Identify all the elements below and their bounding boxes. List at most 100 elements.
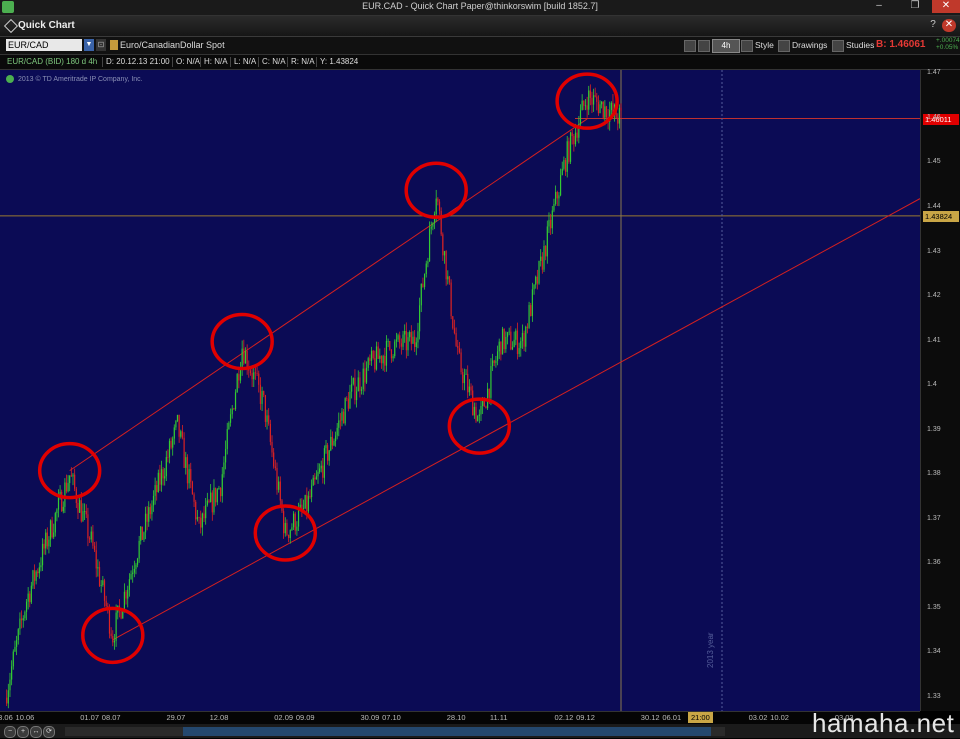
candle-body (278, 481, 280, 490)
candle-body (435, 198, 437, 214)
candle-body (349, 391, 351, 409)
candle-body (170, 440, 172, 448)
style-label: Style (755, 40, 774, 50)
zoom-in-icon[interactable]: + (17, 726, 29, 738)
candle-body (338, 420, 340, 428)
close-button[interactable]: ✕ (932, 0, 960, 13)
scrollbar-thumb[interactable] (183, 727, 711, 736)
candle-body (462, 371, 464, 384)
candle-body (314, 477, 316, 480)
candle-body (69, 475, 71, 484)
price-chart[interactable] (0, 70, 920, 711)
chart-area[interactable] (0, 70, 920, 711)
price-tick-label: 1.44 (927, 202, 941, 210)
candle-body (229, 414, 232, 423)
zoom-out-icon[interactable]: − (4, 726, 16, 738)
change-percent: +0.05% (936, 44, 959, 51)
drawings-button[interactable]: Drawings (778, 39, 827, 52)
trendline-lower (112, 198, 920, 641)
wrench-tool-icon[interactable] (698, 39, 712, 52)
symbol-dropdown-icon[interactable]: ▼ (84, 39, 94, 51)
candle-body (148, 507, 150, 522)
link-icon[interactable]: ⊡ (96, 39, 106, 51)
candle-body (528, 305, 530, 328)
reset-icon[interactable]: ⟳ (43, 726, 55, 738)
candle-body (384, 355, 386, 366)
price-axis[interactable]: 1.46011 1.43824 1.33 1.34 1.35 1.36 1.37 1.38… (920, 69, 960, 711)
candle-body (432, 223, 434, 227)
candle-body (27, 593, 29, 602)
candle-body (404, 330, 406, 335)
info-range: R: N/A (287, 57, 315, 67)
crosshair-tool-icon[interactable] (684, 39, 698, 52)
candle-body (320, 465, 322, 469)
candle-body (392, 356, 394, 359)
help-button[interactable]: ? (926, 19, 940, 32)
candle-body (175, 420, 177, 428)
candle-body (579, 110, 582, 125)
candle-body (336, 427, 338, 436)
candle-body (334, 435, 337, 442)
candle-body (536, 276, 538, 284)
candle-body (24, 611, 26, 619)
date-tick-label: 28.10 (446, 713, 466, 722)
candle-body (156, 485, 158, 493)
candle-body (183, 437, 185, 468)
candle-body (545, 245, 547, 257)
candle-body (443, 251, 446, 256)
candle-body (254, 372, 257, 374)
candle-body (604, 106, 606, 118)
candle-body (46, 532, 48, 547)
candle-body (220, 487, 222, 497)
candle-body (201, 513, 203, 528)
studies-button[interactable]: Studies (832, 39, 874, 52)
style-button[interactable]: Style (741, 39, 774, 52)
candle-body (206, 500, 208, 506)
candle-body (256, 373, 258, 374)
candle-body (128, 579, 130, 590)
timeframe-button[interactable]: 4h (712, 39, 740, 53)
candle-body (414, 336, 416, 347)
time-axis[interactable]: 21:00 03.0610.06 01.0708.07 29.07 12.08 02.0… (0, 711, 920, 724)
candle-body (37, 571, 39, 574)
candle-body (125, 591, 127, 599)
price-tick-label: 1.37 (927, 514, 941, 522)
candle-body (390, 349, 393, 359)
candle-body (556, 191, 558, 199)
info-high: H: N/A (200, 57, 228, 67)
candle-body (154, 485, 156, 496)
candle-body (95, 550, 97, 569)
candle-body (620, 107, 622, 111)
candle-body (33, 570, 36, 581)
candle-body (241, 348, 243, 369)
price-tick-label: 1.38 (927, 470, 941, 478)
candle-body (372, 350, 374, 359)
candle-body (399, 335, 401, 344)
watermark: hamaha.net (812, 708, 955, 738)
candle-body (610, 102, 612, 111)
price-tick-label: 1.34 (927, 648, 941, 656)
candle-body (427, 261, 429, 264)
minimize-button[interactable]: – (868, 0, 890, 13)
company-icon (6, 75, 14, 83)
candle-body (196, 517, 198, 520)
candle-body (597, 101, 600, 114)
candle-body (488, 388, 490, 398)
candle-body (452, 316, 454, 329)
symbol-input[interactable]: EUR/CAD (6, 39, 82, 51)
candle-body (159, 472, 161, 485)
candle-body (576, 132, 578, 138)
candle-body (180, 431, 182, 437)
pan-icon[interactable]: ↔ (30, 726, 42, 738)
candle-body (548, 219, 550, 227)
panel-close-button[interactable]: ✕ (942, 19, 956, 32)
candle-body (563, 160, 565, 169)
candle-body (417, 331, 419, 343)
candle-body (51, 520, 53, 538)
candle-body (67, 483, 69, 492)
candle-body (477, 416, 479, 422)
candle-body (322, 465, 324, 478)
maximize-button[interactable]: ❐ (904, 0, 926, 13)
date-tick-label: 03.06 (0, 713, 13, 722)
chart-scrollbar[interactable] (65, 727, 725, 736)
